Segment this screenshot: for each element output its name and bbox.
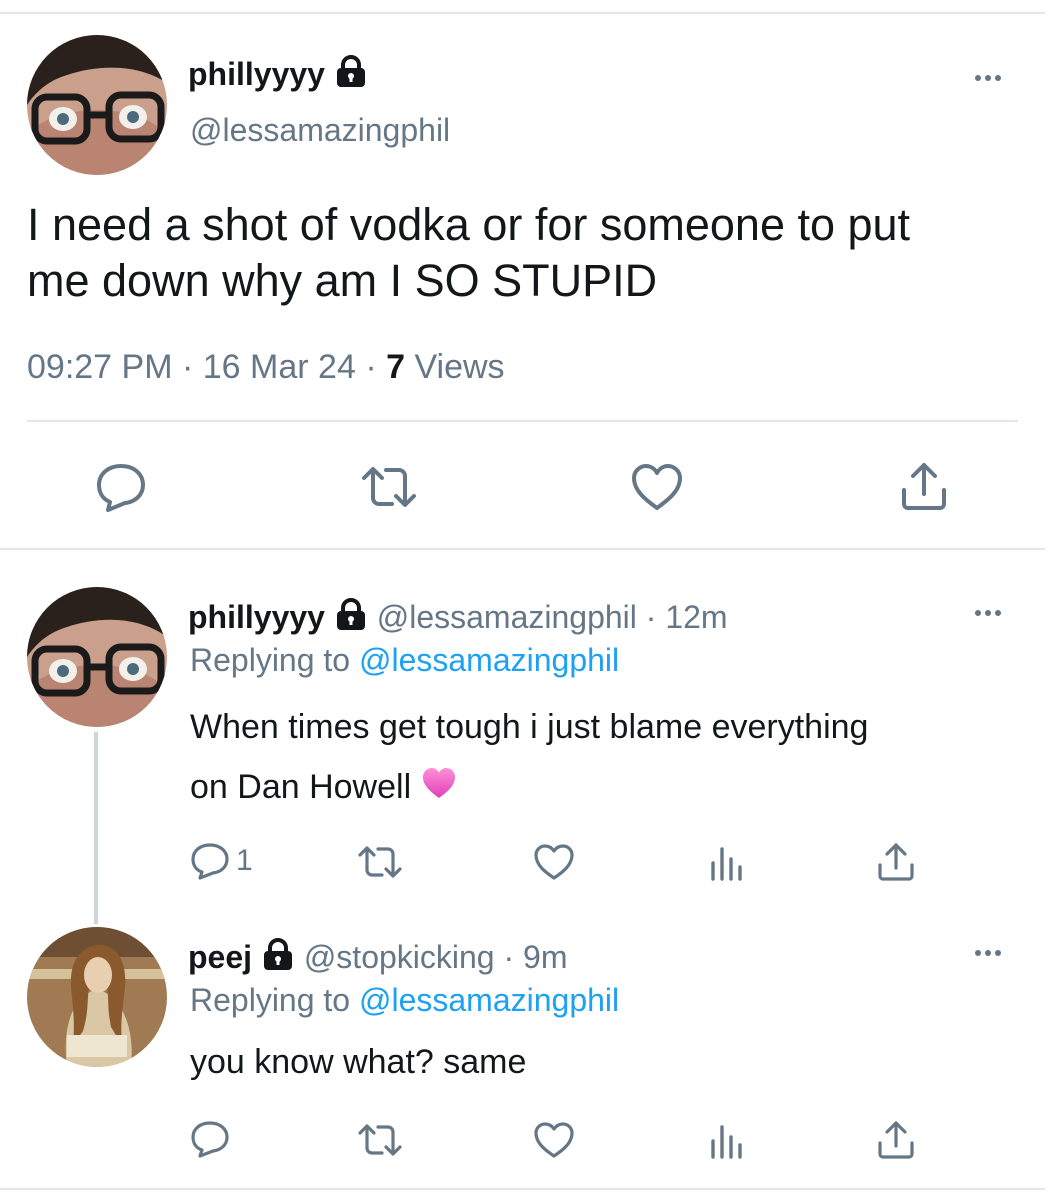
share-icon xyxy=(878,843,914,881)
display-name[interactable]: peej xyxy=(188,939,252,975)
retweet-icon xyxy=(362,467,416,507)
reply-icon xyxy=(191,1121,229,1158)
reply-age: 12m xyxy=(665,599,728,635)
display-name[interactable]: phillyyyy xyxy=(188,56,325,92)
handle[interactable]: @stopkicking xyxy=(304,939,495,975)
tweet-time: 09:27 PM xyxy=(27,348,173,386)
replying-prefix: Replying to xyxy=(190,982,351,1018)
like-button[interactable] xyxy=(533,843,575,881)
like-icon xyxy=(632,464,682,510)
reply-button[interactable] xyxy=(95,462,147,512)
reply-text-line: on Dan Howell xyxy=(190,768,412,806)
share-button[interactable] xyxy=(877,841,915,883)
reply-text: When times get tough i just blame everyt… xyxy=(190,697,868,819)
share-button[interactable] xyxy=(877,1119,915,1161)
like-button[interactable] xyxy=(630,462,684,512)
like-button[interactable] xyxy=(533,1121,575,1159)
lock-icon xyxy=(334,598,368,641)
avatar[interactable] xyxy=(27,927,167,1067)
reply-icon xyxy=(191,843,229,880)
divider xyxy=(27,420,1018,422)
like-icon xyxy=(534,1122,574,1158)
avatar[interactable] xyxy=(27,35,167,175)
reply-count: 1 xyxy=(236,844,253,877)
replying-prefix: Replying to xyxy=(190,642,351,678)
tweet-date: 16 Mar 24 xyxy=(202,348,356,386)
views-label: Views xyxy=(414,348,505,386)
more-icon[interactable] xyxy=(975,75,1001,81)
tweet-meta: 09:27 PM · 16 Mar 24 · 7 Views xyxy=(27,345,505,389)
separator: · xyxy=(365,348,377,386)
replying-to: Replying to @lessamazingphil xyxy=(190,640,619,680)
reply-text-line: you know what? same xyxy=(190,1043,527,1081)
analytics-button[interactable] xyxy=(710,843,744,881)
reply-button[interactable] xyxy=(190,1120,230,1158)
reply-header: phillyyyy @lessamazingphil · 12m xyxy=(188,597,728,641)
retweet-icon xyxy=(358,1124,402,1156)
lock-icon xyxy=(261,938,295,981)
top-divider xyxy=(0,12,1045,14)
views-count: 7 xyxy=(386,348,406,386)
more-icon[interactable] xyxy=(975,950,1001,956)
retweet-button[interactable] xyxy=(357,844,403,880)
share-icon xyxy=(878,1121,914,1159)
reply-icon xyxy=(97,464,145,512)
separator: · xyxy=(181,348,194,386)
replying-to: Replying to @lessamazingphil xyxy=(190,980,619,1020)
share-icon xyxy=(902,463,946,510)
avatar-photo xyxy=(27,927,167,1067)
reply-button[interactable]: 1 xyxy=(190,842,253,880)
thread-line xyxy=(94,732,98,924)
replying-to-link[interactable]: @lessamazingphil xyxy=(359,982,619,1018)
analytics-button[interactable] xyxy=(710,1121,744,1159)
tweet-text-line: me down why am I SO STUPID xyxy=(27,255,658,306)
handle[interactable]: @lessamazingphil xyxy=(377,599,637,635)
reply-text: you know what? same xyxy=(190,1037,526,1087)
tweet-text-line: I need a shot of vodka or for someone to… xyxy=(27,199,911,250)
separator: · xyxy=(645,599,657,635)
share-button[interactable] xyxy=(900,460,948,512)
reply-age: 9m xyxy=(523,939,568,975)
tweet-text: I need a shot of vodka or for someone to… xyxy=(27,197,910,309)
divider xyxy=(0,548,1045,550)
more-icon[interactable] xyxy=(975,610,1001,616)
reply-text-line: When times get tough i just blame everyt… xyxy=(190,708,869,746)
display-name[interactable]: phillyyyy xyxy=(188,599,325,635)
retweet-button[interactable] xyxy=(357,1122,403,1158)
main-tweet-header: phillyyyy xyxy=(188,54,368,98)
avatar[interactable] xyxy=(27,587,167,727)
pink-heart-icon xyxy=(421,759,457,819)
retweet-button[interactable] xyxy=(360,464,418,510)
retweet-icon xyxy=(358,846,402,878)
reply-header: peej @stopkicking · 9m xyxy=(188,937,567,981)
handle[interactable]: @lessamazingphil xyxy=(190,110,450,150)
analytics-icon xyxy=(711,1125,742,1159)
analytics-icon xyxy=(711,847,742,881)
reply-text-line-2: on Dan Howell xyxy=(190,757,868,819)
replying-to-link[interactable]: @lessamazingphil xyxy=(359,642,619,678)
bottom-divider xyxy=(0,1188,1045,1190)
lock-icon xyxy=(334,55,368,98)
separator: · xyxy=(503,939,515,975)
avatar-photo xyxy=(27,35,167,175)
avatar-photo xyxy=(27,587,167,727)
like-icon xyxy=(534,844,574,880)
